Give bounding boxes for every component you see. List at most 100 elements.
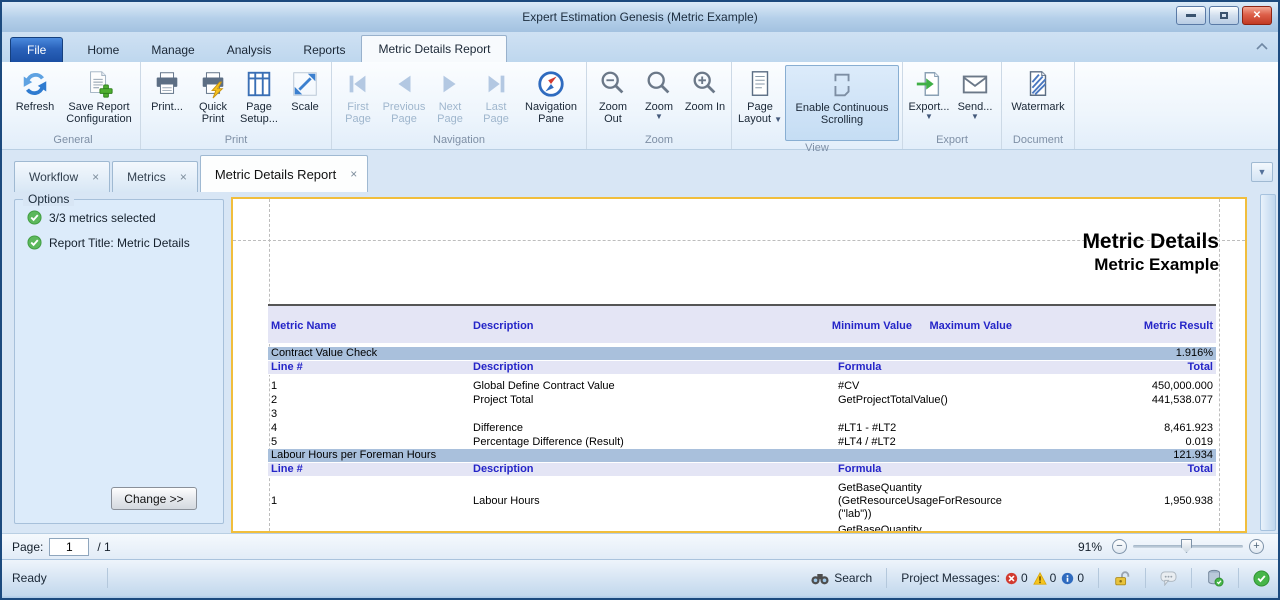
group-label-print: Print [144,133,328,148]
ribbon-group-print: Print... Quick Print [141,62,332,149]
send-button[interactable]: Send... ▼ [952,65,998,120]
app-window: Expert Estimation Genesis (Metric Exampl… [0,0,1280,600]
tab-reports[interactable]: Reports [287,37,361,62]
doc-tab-metric-details-report[interactable]: Metric Details Report × [200,155,368,192]
report-page: Metric Details Metric Example Metric Nam… [231,197,1247,533]
collapse-ribbon-icon[interactable] [1256,42,1268,50]
page-layout-icon [745,67,775,101]
close-button[interactable]: ✕ [1242,6,1272,25]
group-label-general: General [9,133,137,148]
navigation-pane-icon [536,67,566,101]
check-circle-icon [27,210,42,225]
tab-home[interactable]: Home [71,37,135,62]
minimize-icon [1186,14,1196,17]
restore-icon [1220,12,1228,19]
binoculars-icon [811,571,829,586]
group-label-zoom: Zoom [590,133,728,148]
database-status-icon[interactable] [1206,569,1224,587]
page-layout-button[interactable]: Page Layout ▼ [735,65,785,125]
status-bar: Ready Search Project Messages: 0 0 0 [2,559,1278,596]
group-label-navigation: Navigation [335,133,583,148]
vertical-scrollbar[interactable] [1260,194,1276,531]
enable-continuous-scrolling-button[interactable]: Enable Continuous Scrolling [785,65,899,141]
previous-page-button: Previous Page [381,65,427,125]
zoom-out-slider-button[interactable]: − [1112,539,1127,554]
scale-button[interactable]: Scale [282,65,328,113]
close-tab-icon[interactable]: × [180,170,187,184]
sub-header-row: Line # Description Formula Total [268,463,1216,477]
ribbon-tab-row: File Home Manage Analysis Reports Metric… [2,32,1278,62]
table-row: 2 Project Total GetProjectTotalValue() 4… [268,393,1216,407]
last-page-icon [481,67,511,101]
quick-print-button[interactable]: Quick Print [190,65,236,125]
table-row: 5 Percentage Difference (Result) #LT4 / … [268,435,1216,449]
close-icon: ✕ [1253,10,1261,21]
tab-file[interactable]: File [10,37,63,62]
tab-manage[interactable]: Manage [135,37,210,62]
chevron-down-icon: ▼ [655,113,663,120]
minimize-button[interactable] [1176,6,1206,25]
info-icon [1061,572,1074,585]
table-row: 2 Foreman Hours GetBaseQuantity (GetReso… [268,524,1216,533]
refresh-icon [20,67,50,101]
doc-tab-metrics[interactable]: Metrics × [112,161,198,192]
quick-print-icon [198,67,228,101]
continuous-scrolling-icon [827,68,857,102]
tab-analysis[interactable]: Analysis [211,37,288,62]
chevron-down-icon: ▼ [971,113,979,120]
zoom-out-icon [598,67,628,101]
sub-header-row: Line # Description Formula Total [268,361,1216,375]
first-page-icon [343,67,373,101]
zoom-slider-thumb[interactable] [1181,539,1192,553]
print-button[interactable]: Print... [144,65,190,113]
export-button[interactable]: Export... ▼ [906,65,952,120]
ribbon-group-navigation: First Page Previous Page Next Page Last … [332,62,587,149]
group-label-document: Document [1005,133,1071,148]
zoom-control: 91% − + [1078,539,1264,554]
watermark-button[interactable]: Watermark [1005,65,1071,113]
close-tab-icon[interactable]: × [92,170,99,184]
zoom-dropdown-button[interactable]: Zoom ▼ [636,65,682,120]
zoom-slider[interactable] [1133,545,1243,548]
report-subtitle: Metric Example [233,254,1219,276]
restore-button[interactable] [1209,6,1239,25]
project-messages[interactable]: Project Messages: 0 0 0 [901,571,1084,585]
next-page-icon [435,67,465,101]
status-ok-icon[interactable] [1253,570,1270,587]
content-area: Options 3/3 metrics selected Report Titl… [2,192,1278,533]
tab-metric-details-report[interactable]: Metric Details Report [361,35,507,62]
report-table: Metric Name Description Minimum Value Ma… [268,304,1216,533]
tab-list-dropdown-button[interactable]: ▼ [1251,162,1273,182]
zoom-out-button[interactable]: Zoom Out [590,65,636,125]
export-icon [914,67,944,101]
save-report-configuration-button[interactable]: Save Report Configuration [61,65,137,125]
table-row: 3 [268,407,1216,421]
zoom-percentage: 91% [1078,540,1102,554]
search-button[interactable]: Search [811,571,872,586]
check-circle-icon [27,235,42,250]
zoom-in-button[interactable]: Zoom In [682,65,728,113]
refresh-button[interactable]: Refresh [9,65,61,113]
comment-icon[interactable] [1160,571,1177,586]
page-bar: Page: / 1 91% − + [2,533,1278,559]
group-header-row: Labour Hours per Foreman Hours 121.934 [268,449,1216,463]
navigation-pane-button[interactable]: Navigation Pane [519,65,583,125]
document-tab-strip: Workflow × Metrics × Metric Details Repo… [2,150,1278,192]
title-bar: Expert Estimation Genesis (Metric Exampl… [2,2,1278,32]
page-setup-icon [244,67,274,101]
last-page-button: Last Page [473,65,519,125]
window-title: Expert Estimation Genesis (Metric Exampl… [522,10,757,24]
change-button[interactable]: Change >> [111,487,197,510]
save-report-configuration-icon [84,67,114,101]
ribbon-group-zoom: Zoom Out Zoom ▼ [587,62,732,149]
doc-tab-workflow[interactable]: Workflow × [14,161,110,192]
lock-icon[interactable] [1113,570,1131,587]
page-setup-button[interactable]: Page Setup... [236,65,282,125]
table-header-row: Metric Name Description Minimum Value Ma… [268,306,1216,344]
error-count: 0 [1005,571,1028,585]
zoom-in-slider-button[interactable]: + [1249,539,1264,554]
window-bottom-edge [2,596,1278,600]
page-number-input[interactable] [49,538,89,556]
ribbon-group-view: Page Layout ▼ Enable Continuous Scrollin… [732,62,903,149]
close-tab-icon[interactable]: × [350,167,357,181]
